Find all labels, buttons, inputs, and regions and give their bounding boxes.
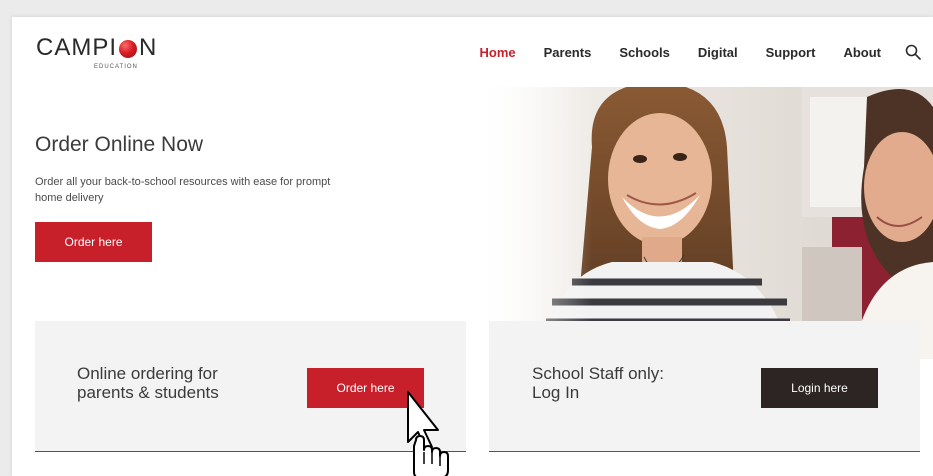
logo-text-left: CAMPI <box>36 34 118 61</box>
staff-card-text: School Staff only: Log In <box>532 364 732 402</box>
main-nav: Home Parents Schools Digital Support Abo… <box>451 42 933 62</box>
parents-card-line1: Online ordering for <box>77 364 218 383</box>
logo-text-right: N <box>139 34 158 61</box>
staff-card-line1: School Staff only: <box>532 364 664 383</box>
nav-parents[interactable]: Parents <box>544 45 592 60</box>
parents-ordering-card: Online ordering for parents & students O… <box>35 321 466 452</box>
logo-subtitle: EDUCATION <box>94 64 138 70</box>
parents-order-button[interactable]: Order here <box>307 368 424 408</box>
campion-logo[interactable]: CAMPI N EDUCATION <box>36 34 176 74</box>
page-frame: CAMPI N EDUCATION Home Parents Schools Di… <box>12 17 933 476</box>
staff-login-card: School Staff only: Log In Login here <box>489 321 920 452</box>
logo-wordmark: CAMPI N <box>36 34 157 62</box>
nav-about[interactable]: About <box>843 45 881 60</box>
hero-order-button[interactable]: Order here <box>35 222 152 262</box>
hero-description: Order all your back-to-school resources … <box>35 176 331 204</box>
nav-support[interactable]: Support <box>766 45 816 60</box>
nav-digital[interactable]: Digital <box>698 45 738 60</box>
staff-card-line2: Log In <box>532 383 580 402</box>
parents-card-line2: parents & students <box>77 383 219 402</box>
hero-title: Order Online Now <box>35 133 204 156</box>
logo-red-ball-icon <box>119 40 138 58</box>
parents-card-text: Online ordering for parents & students <box>77 364 277 402</box>
staff-login-button[interactable]: Login here <box>761 368 878 408</box>
search-icon[interactable] <box>903 42 923 62</box>
nav-home[interactable]: Home <box>479 45 515 60</box>
nav-schools[interactable]: Schools <box>619 45 670 60</box>
hero-photo-students <box>472 87 933 359</box>
